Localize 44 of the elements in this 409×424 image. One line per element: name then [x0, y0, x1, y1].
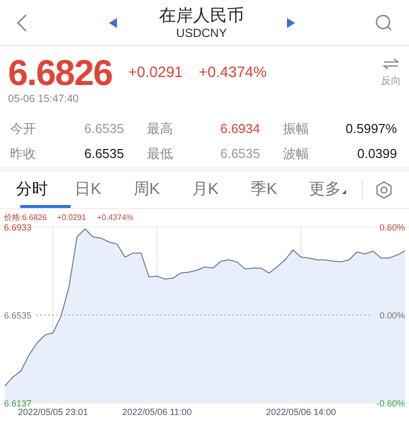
price-change: +0.0291	[128, 62, 183, 83]
stat-value: 6.6535	[83, 120, 124, 138]
dropdown-icon	[342, 190, 346, 194]
axis-label: 6.6137	[4, 398, 32, 408]
stat-label: 今开	[10, 120, 37, 138]
swap-icon[interactable]	[383, 58, 399, 70]
timestamp: 05-06 15:47:40	[8, 92, 80, 107]
reverse-label[interactable]: 反向	[381, 74, 401, 88]
chart-tab[interactable]: 周K	[133, 178, 192, 208]
stat-value: 6.6535	[83, 144, 124, 162]
axis-label: 6.6535	[4, 310, 32, 320]
chart-tab[interactable]: 季K	[250, 178, 310, 208]
stat-value: 0.5997%	[344, 120, 397, 138]
back-icon[interactable]	[16, 14, 28, 32]
change-info: +0.0291	[57, 213, 86, 222]
stat-label: 最低	[146, 144, 174, 162]
stat-label: 振幅	[282, 120, 310, 138]
chart-tab[interactable]: 月K	[192, 178, 250, 208]
chart-tab[interactable]: 分时	[16, 178, 75, 208]
time-label: 2022/05/06 14:00	[266, 407, 336, 417]
stat-label: 最高	[146, 120, 174, 138]
chart-tab[interactable]: 日K	[74, 178, 134, 208]
axis-label: 0.60%	[379, 222, 405, 232]
chart-tab[interactable]: 更多	[309, 178, 362, 208]
stat-label: 昨收	[10, 144, 37, 162]
page-title: 在岸人民币	[159, 6, 244, 26]
price-info: 价格:6.6826	[4, 213, 47, 222]
change-info: +0.4374%	[97, 213, 134, 222]
previous-icon[interactable]	[108, 18, 116, 28]
time-label: 2022/05/05 23:01	[18, 407, 88, 417]
symbol-subtitle: USDCNY	[175, 26, 228, 40]
axis-label: -0.60%	[376, 398, 405, 408]
percent-change: +0.4374%	[198, 62, 267, 83]
stat-value: 6.6934	[219, 120, 260, 138]
axis-label: 6.6933	[4, 222, 32, 232]
next-icon[interactable]	[286, 18, 294, 28]
price-value: 6.6826	[8, 54, 112, 92]
stat-label: 波幅	[282, 144, 310, 162]
settings-icon[interactable]	[375, 181, 394, 199]
stat-value: 6.6535	[219, 144, 260, 162]
search-icon[interactable]	[375, 14, 393, 32]
stat-value: 0.0399	[356, 144, 397, 162]
time-label: 2022/05/06 11:00	[122, 407, 192, 417]
axis-label: 0.00%	[379, 310, 405, 320]
